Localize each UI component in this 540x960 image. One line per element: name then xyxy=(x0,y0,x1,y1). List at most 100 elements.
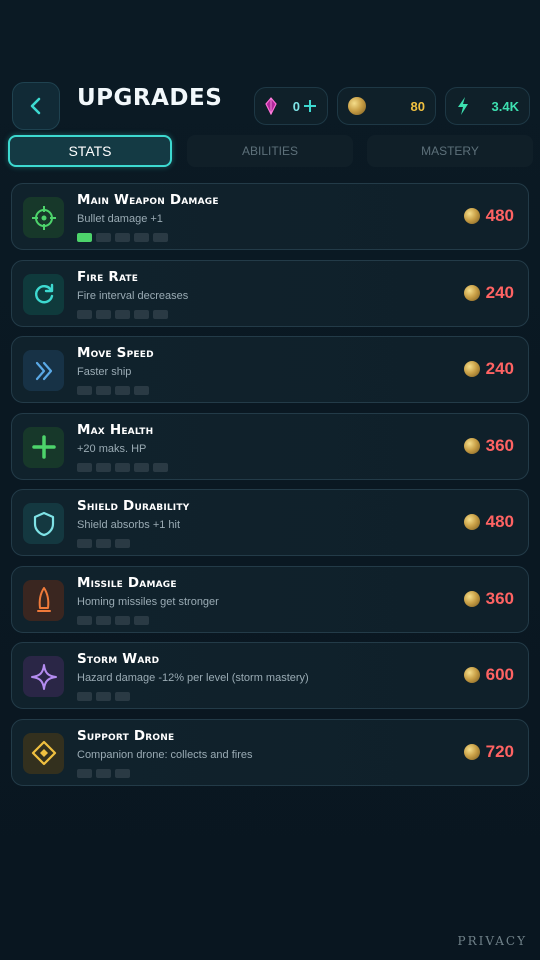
refresh-icon xyxy=(34,283,53,304)
upgrade-icon-box xyxy=(23,579,64,621)
level-pip xyxy=(115,233,130,242)
level-pip xyxy=(77,768,92,778)
price-value: 240 xyxy=(485,282,514,302)
level-pip xyxy=(134,615,149,625)
level-pip xyxy=(115,768,130,778)
level-pip xyxy=(115,462,130,472)
upgrade-card-support-drone[interactable]: Support Drone Companion drone: collects … xyxy=(11,718,529,786)
double-chevron-icon xyxy=(35,361,52,380)
level-pip xyxy=(134,462,149,472)
missile-icon xyxy=(36,587,51,612)
plus-icon[interactable] xyxy=(303,99,317,113)
sparkle-icon xyxy=(30,663,57,690)
level-pip xyxy=(96,309,111,319)
coin-icon xyxy=(463,590,480,607)
upgrade-icon-box xyxy=(23,273,64,315)
level-pip xyxy=(115,539,130,548)
upgrade-title: Max Health xyxy=(77,421,154,438)
level-pip xyxy=(153,233,168,242)
privacy-link[interactable]: PRIVACY xyxy=(458,934,527,948)
price-value: 240 xyxy=(485,359,514,378)
upgrade-card-shield-durability[interactable]: Shield Durability Shield absorbs +1 hit … xyxy=(11,489,529,556)
tab-stats[interactable]: STATS xyxy=(8,135,172,167)
level-pips xyxy=(77,615,149,625)
level-pip xyxy=(96,768,111,778)
upgrade-card-max-health[interactable]: Max Health +20 maks. HP 360 xyxy=(11,412,529,480)
upgrade-card-storm-ward[interactable]: Storm Ward Hazard damage -12% per level … xyxy=(11,642,529,709)
level-pip xyxy=(96,692,111,701)
energy-counter: 3.4K xyxy=(445,87,530,125)
level-pip xyxy=(96,386,111,395)
upgrade-price[interactable]: 480 xyxy=(463,512,514,532)
upgrade-description: +20 maks. HP xyxy=(77,442,147,455)
upgrade-description: Fire interval decreases xyxy=(77,289,189,302)
upgrade-price[interactable]: 240 xyxy=(463,282,514,303)
upgrade-icon-box xyxy=(23,350,64,391)
price-value: 360 xyxy=(485,588,514,608)
upgrade-price[interactable]: 360 xyxy=(463,436,514,456)
upgrade-icon-box xyxy=(23,197,64,238)
upgrade-icon-box xyxy=(23,426,64,468)
upgrade-price[interactable]: 600 xyxy=(463,665,514,685)
gems-counter[interactable]: 0 xyxy=(254,87,328,125)
chevron-left-icon xyxy=(30,97,41,115)
coins-value: 80 xyxy=(410,98,425,114)
gem-icon xyxy=(265,97,277,115)
page-title: UPGRADES xyxy=(77,85,223,111)
level-pips xyxy=(77,233,168,242)
upgrade-card-main-weapon-damage[interactable]: Main Weapon Damage Bullet damage +1 480 xyxy=(11,183,529,250)
level-pips xyxy=(77,309,168,319)
diamond-icon xyxy=(31,740,56,766)
upgrade-card-move-speed[interactable]: Move Speed Faster ship 240 xyxy=(11,336,529,403)
upgrade-title: Missile Damage xyxy=(77,574,177,591)
coin-icon xyxy=(463,514,480,530)
upgrade-price[interactable]: 360 xyxy=(463,588,514,609)
level-pip xyxy=(77,309,92,319)
level-pips xyxy=(77,462,168,472)
price-value: 480 xyxy=(485,512,514,531)
coins-counter: 80 xyxy=(337,87,436,125)
level-pips xyxy=(77,692,130,701)
upgrade-description: Companion drone: collects and fires xyxy=(77,748,253,761)
coin-icon xyxy=(463,437,480,454)
level-pip xyxy=(153,309,168,319)
upgrade-price[interactable]: 240 xyxy=(463,359,514,379)
upgrade-description: Faster ship xyxy=(77,366,132,378)
header: UPGRADES 0 80 3.4K xyxy=(12,82,530,130)
level-pip xyxy=(115,692,130,701)
tab-abilities[interactable]: ABILITIES xyxy=(187,135,353,167)
level-pip xyxy=(115,309,130,319)
level-pips xyxy=(77,539,130,548)
upgrade-description: Homing missiles get stronger xyxy=(77,595,219,608)
upgrade-card-fire-rate[interactable]: Fire Rate Fire interval decreases 240 xyxy=(11,259,529,327)
level-pip xyxy=(115,386,130,395)
level-pip xyxy=(96,462,111,472)
level-pip xyxy=(77,462,92,472)
lightning-icon xyxy=(458,97,468,115)
upgrade-title: Support Drone xyxy=(77,727,175,744)
upgrade-price[interactable]: 720 xyxy=(463,741,514,762)
upgrade-card-missile-damage[interactable]: Missile Damage Homing missiles get stron… xyxy=(11,565,529,633)
upgrade-description: Bullet damage +1 xyxy=(77,213,163,225)
upgrade-title: Shield Durability xyxy=(77,498,190,514)
level-pip xyxy=(77,386,92,395)
back-button[interactable] xyxy=(12,82,60,130)
upgrade-price[interactable]: 480 xyxy=(463,206,514,226)
upgrade-description: Shield absorbs +1 hit xyxy=(77,519,181,531)
price-value: 720 xyxy=(485,741,514,761)
upgrade-list: Main Weapon Damage Bullet damage +1 480 … xyxy=(11,183,529,795)
tab-mastery[interactable]: MASTERY xyxy=(367,135,533,167)
upgrade-icon-box xyxy=(23,503,64,544)
upgrade-description: Hazard damage -12% per level (storm mast… xyxy=(77,672,309,684)
level-pip xyxy=(134,386,149,395)
level-pip xyxy=(153,462,168,472)
level-pip xyxy=(77,692,92,701)
upgrade-title: Move Speed xyxy=(77,345,154,361)
coin-icon xyxy=(463,743,480,760)
tab-bar: STATS ABILITIES MASTERY xyxy=(8,135,534,167)
coin-icon xyxy=(348,97,366,115)
level-pip xyxy=(96,233,111,242)
gems-value: 0 xyxy=(292,98,300,114)
level-pip xyxy=(134,233,149,242)
price-value: 480 xyxy=(485,206,514,225)
